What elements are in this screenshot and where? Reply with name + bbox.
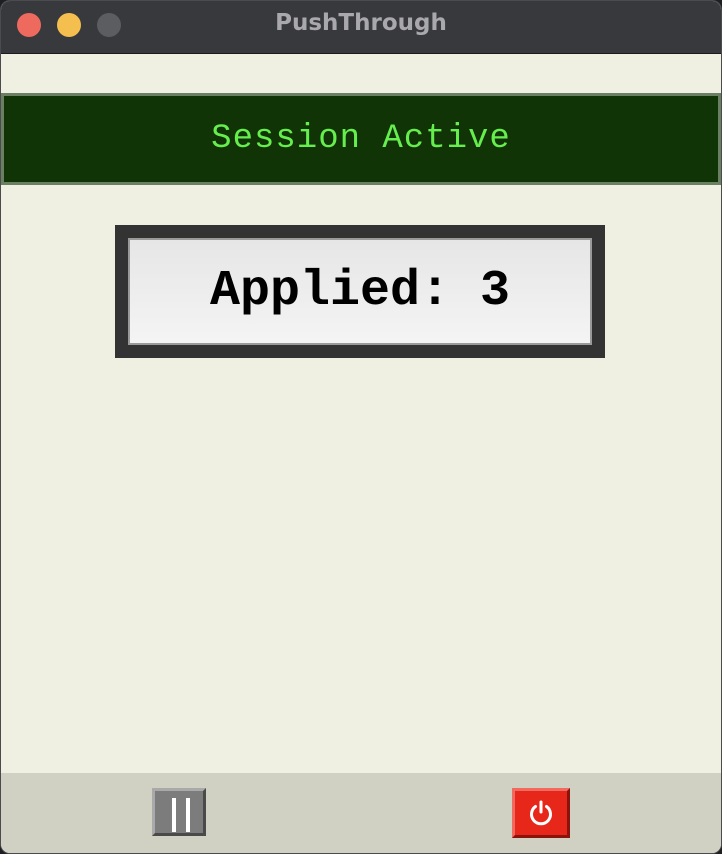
status-banner: Session Active (1, 93, 721, 185)
power-button[interactable] (512, 788, 570, 838)
control-bar (1, 773, 721, 853)
status-text: Session Active (211, 120, 511, 158)
pause-button[interactable] (152, 788, 206, 836)
main-content: Session Active Applied: 3 (1, 54, 721, 773)
app-window: PushThrough Session Active Applied: 3 (0, 0, 722, 854)
power-icon (530, 800, 552, 826)
applied-counter-text: Applied: 3 (209, 263, 511, 320)
applied-counter-display: Applied: 3 (128, 238, 592, 345)
window-title: PushThrough (275, 10, 447, 36)
applied-counter: Applied: 3 (115, 225, 605, 358)
title-bar[interactable]: PushThrough (1, 1, 721, 54)
